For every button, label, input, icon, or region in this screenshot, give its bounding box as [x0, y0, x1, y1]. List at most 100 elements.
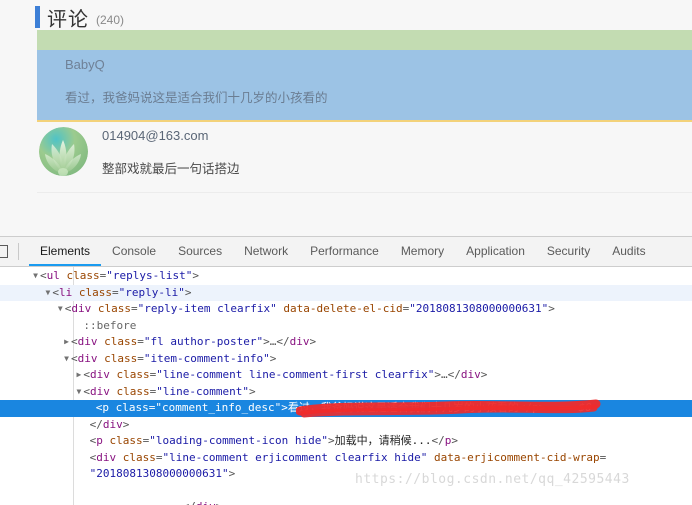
dom-token-tag: li [59, 285, 73, 299]
avatar-photo-flower-icon [39, 127, 88, 176]
dom-tree-row[interactable]: <p class="comment_info_desc">看过，我爸妈说这是适合… [0, 400, 692, 417]
tab-memory[interactable]: Memory [390, 237, 455, 266]
devtools-panel: Elements Console Sources Network Perform… [0, 236, 692, 505]
dom-token-tag: div [196, 500, 216, 505]
dom-token-attr: class [109, 384, 150, 398]
dom-token-punct: > [228, 467, 236, 480]
dom-token-tag: div [102, 417, 123, 431]
dom-token-attr: data-erjicomment-cid-wrap [427, 450, 600, 464]
dom-token-punct: > [309, 335, 317, 348]
dom-tree-row[interactable]: ▼ <div class="reply-item clearfix" data-d… [0, 301, 692, 318]
dom-token-tag: div [96, 450, 117, 464]
highlight-overlay-text: BabyQ 看过，我爸妈说这是适合我们十几岁的小孩看的 [65, 55, 625, 107]
dom-row-spacer [81, 450, 90, 467]
dom-tree-row[interactable]: ▼ <div class="line-comment"> [0, 384, 692, 401]
dom-token-punct: = [599, 450, 607, 464]
dom-token-punct: = [137, 351, 144, 365]
dom-token-val: "line-comment erjicomment clearfix hide" [162, 450, 428, 464]
dom-token-attr: class [109, 368, 150, 381]
dom-token-punct: </ [183, 500, 196, 505]
chevron-down-icon[interactable]: ▼ [31, 268, 40, 285]
devtools-toolbar: Elements Console Sources Network Perform… [0, 237, 692, 267]
dom-token-attr: class [102, 434, 143, 447]
dom-token-val: "line-comment line-comment-first clearfi… [156, 368, 435, 381]
comments-section-header: 评论 (240) [35, 6, 124, 30]
dom-tree-row[interactable]: ▶ <div class="line-comment line-comment-f… [0, 367, 692, 384]
dom-token-punct: > [184, 285, 192, 299]
comment-text: 整部戏就最后一句话搭边 [102, 161, 240, 176]
dom-token-val: "item-comment-info" [143, 351, 270, 365]
dom-token-dollar: == $0 [545, 401, 592, 414]
dom-token-punct: < [40, 269, 47, 282]
dom-token-punct: … [441, 368, 448, 381]
dom-token-attr: class [91, 302, 132, 315]
list-item[interactable]: 014904@163.com 整部戏就最后一句话搭边 [37, 111, 692, 193]
dom-token-val: "comment_info_desc" [155, 401, 282, 414]
tab-elements[interactable]: Elements [29, 237, 102, 266]
tab-audits[interactable]: Audits [601, 237, 656, 266]
dom-token-punct: > [122, 417, 130, 431]
dom-tree-row[interactable]: ▼ <ul class="replys-list"> [0, 268, 692, 285]
dom-tree-row[interactable]: "2018081308000000631"> [0, 466, 692, 483]
tab-security[interactable]: Security [536, 237, 601, 266]
dom-token-tag: div [90, 368, 110, 381]
dom-token-punct: </ [518, 401, 533, 414]
dom-token-attr: data-delete-el-cid [276, 302, 403, 315]
inspected-webpage: 评论 (240) BabyQ 看过，我爸妈说这是适合我们十几岁的小孩看的 014… [0, 0, 692, 236]
section-accent-bar [35, 6, 40, 28]
dom-token-tag: div [90, 384, 110, 398]
dom-token-val: "loading-comment-icon hide" [149, 434, 329, 447]
dom-row-spacer [81, 433, 90, 450]
dom-token-punct: = [137, 335, 144, 348]
dom-token-punct: > [263, 335, 270, 348]
dom-token-text: 看过，我爸妈说这是适合我们十几岁的小孩看的 [287, 401, 519, 414]
dom-tree-row[interactable]: <p class="loading-comment-icon hide">加载中… [0, 433, 692, 450]
tab-performance[interactable]: Performance [299, 237, 390, 266]
dom-token-punct: > [192, 269, 199, 282]
dom-tree-row[interactable]: ▼ <li class="reply-li"> [0, 284, 692, 301]
dom-tree-row[interactable]: ▶ <div class="fl author-poster">…</div> [0, 334, 692, 351]
dom-row-spacer [0, 483, 9, 500]
dom-token-val: "replys-list" [106, 269, 193, 282]
dom-token-attr: class [59, 269, 100, 282]
chevron-down-icon[interactable]: ▼ [56, 301, 65, 318]
dom-tree-row[interactable] [0, 483, 692, 500]
chevron-down-icon[interactable]: ▼ [62, 351, 71, 368]
dom-tree-row[interactable]: ▼ <div class="item-comment-info"> [0, 351, 692, 368]
dom-token-punct: > [269, 351, 277, 365]
dom-token-punct: </ [276, 335, 290, 348]
dom-token-punct: < [71, 335, 78, 348]
devtools-tabs: Elements Console Sources Network Perform… [29, 237, 657, 266]
dom-row-spacer [81, 466, 90, 483]
dom-token-tag: p [96, 434, 103, 447]
avatar[interactable] [39, 127, 88, 176]
toolbar-divider [18, 243, 19, 260]
dom-tree-row[interactable]: </div> [0, 417, 692, 434]
dom-token-attr: class [109, 401, 149, 414]
tab-sources[interactable]: Sources [167, 237, 233, 266]
device-toolbar-icon[interactable] [0, 243, 9, 260]
dom-token-tag: div [77, 335, 98, 348]
dom-token-val: "fl author-poster" [143, 335, 264, 348]
comment-username[interactable]: 014904@163.com [102, 126, 692, 146]
dom-row-spacer [174, 499, 183, 505]
dom-token-attr: class [97, 335, 138, 348]
dom-token-tag: ul [46, 269, 60, 282]
tab-application[interactable]: Application [455, 237, 536, 266]
tab-console[interactable]: Console [101, 237, 167, 266]
dom-tree-row[interactable]: </div> [0, 499, 692, 505]
dom-token-tag: div [77, 351, 98, 365]
dom-token-punct: > [451, 434, 459, 447]
dom-tree[interactable]: ▼ <ul class="replys-list"> ▼ <li class="rep… [0, 267, 692, 505]
dom-token-val: "reply-li" [118, 285, 185, 299]
tab-network[interactable]: Network [233, 237, 299, 266]
dom-tree-row[interactable]: <div class="line-comment erjicomment cle… [0, 450, 692, 467]
chevron-right-icon[interactable]: ▶ [62, 334, 71, 351]
comment-body: 014904@163.com 整部戏就最后一句话搭边 [102, 124, 692, 178]
dom-tree-row[interactable]: ::before [0, 318, 692, 335]
comments-count: (240) [96, 13, 125, 27]
dom-token-tag: div [289, 335, 310, 348]
dom-row-spacer [87, 400, 96, 417]
dom-row-spacer [81, 417, 90, 434]
dom-token-val: "2018081308000000631" [89, 467, 229, 480]
